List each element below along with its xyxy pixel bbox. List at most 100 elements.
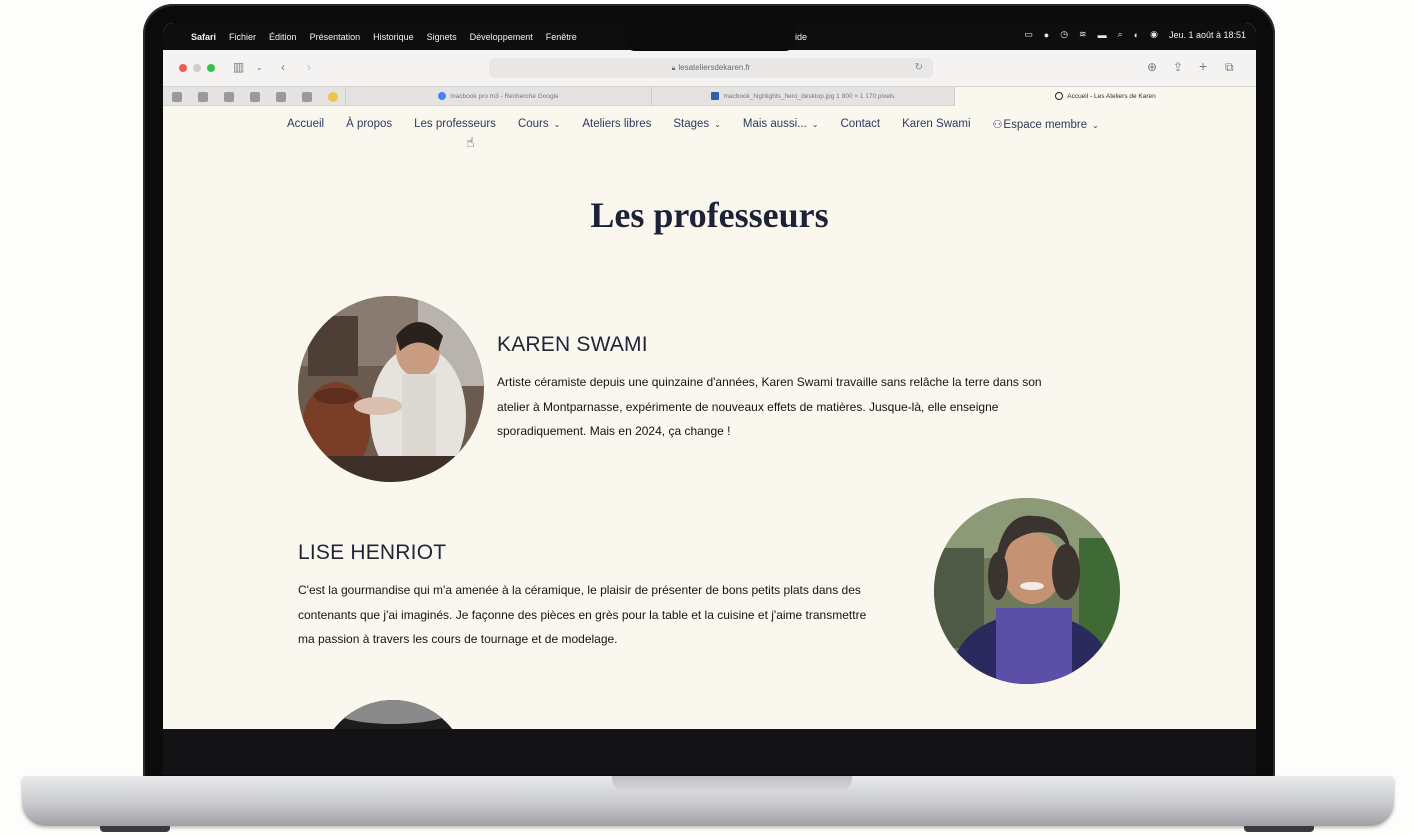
nav-label: Mais aussi... — [742, 118, 807, 130]
tab-macbook-image[interactable]: macbook_highlights_hero_desktop.jpg 1 80… — [651, 87, 954, 106]
menu-signets[interactable]: Signets — [427, 32, 457, 42]
tab-google-search[interactable]: macbook pro m3 - Recherche Google — [345, 87, 651, 106]
zoom-window-button[interactable] — [207, 64, 215, 72]
nav-label: Ateliers libres — [582, 118, 652, 130]
chevron-down-icon: ⌄ — [811, 120, 819, 129]
pinned-tab-3[interactable] — [224, 92, 234, 102]
nav-a-propos[interactable]: À propos — [346, 118, 392, 131]
address-bar[interactable]: 🔒︎ lesateliersdekaren.fr ↻ — [489, 58, 933, 78]
bio-line: sporadiquement. Mais en 2024, ça change … — [497, 424, 731, 438]
siri-icon[interactable]: ◉ — [1150, 29, 1158, 40]
lise-henriot-photo — [934, 498, 1120, 684]
bio-line: C'est la gourmandise qui m'a amenée à la… — [298, 583, 861, 597]
nav-label: Espace membre — [1003, 119, 1088, 131]
lock-icon: 🔒︎ — [671, 65, 676, 72]
safari-toolbar: ▥ ⌄ ‹ › 🔒︎ lesateliersdekaren.fr ↻ ⊕ ⇪ + … — [163, 50, 1256, 86]
display-icon[interactable]: ▭ — [1024, 29, 1033, 40]
pinned-tab-7[interactable] — [328, 92, 338, 102]
reload-icon[interactable]: ↻ — [915, 58, 923, 78]
menu-app-name[interactable]: Safari — [191, 32, 216, 42]
karen-swami-photo — [298, 296, 484, 482]
tab-overview-icon[interactable]: ⧉ — [1225, 60, 1234, 75]
tab-accueil[interactable]: Accueil - Les Ateliers de Karen — [954, 87, 1256, 106]
menu-presentation[interactable]: Présentation — [310, 32, 361, 42]
tab-label: Accueil - Les Ateliers de Karen — [1067, 93, 1156, 100]
teacher-photo-partial — [318, 700, 468, 729]
menu-status-area: ▭ ● ◷ ≋ ▬ ⌕ ◐ ◉ Jeu. 1 août à 18:51 — [1024, 29, 1246, 40]
site-navigation: Accueil À propos Les professeurs Cours ⌄ … — [287, 118, 1099, 131]
chevron-down-icon[interactable]: ⌄ — [256, 63, 263, 72]
screen: Safari Fichier Édition Présentation Hist… — [163, 23, 1256, 729]
stage: Safari Fichier Édition Présentation Hist… — [0, 0, 1414, 834]
nav-label: Karen Swami — [902, 118, 971, 130]
bio-line: atelier à Montparnasse, expérimente de n… — [497, 399, 999, 414]
teacher-bio: Artiste céramiste depuis une quinzaine d… — [497, 370, 1042, 444]
new-tab-icon[interactable]: + — [1199, 58, 1207, 74]
nav-stages[interactable]: Stages ⌄ — [673, 118, 721, 131]
nav-les-professeurs[interactable]: Les professeurs — [414, 118, 496, 131]
laptop-foot-left — [100, 826, 170, 832]
menu-fichier[interactable]: Fichier — [229, 32, 256, 42]
laptop-chin — [163, 729, 1256, 775]
spotlight-search-icon[interactable]: ⌕ — [1118, 29, 1123, 40]
laptop-base — [22, 776, 1394, 826]
forward-icon[interactable]: › — [307, 60, 311, 74]
user-icon: ⚇ — [992, 119, 1003, 131]
teacher-name: LISE HENRIOT — [298, 541, 447, 564]
menu-clock[interactable]: Jeu. 1 août à 18:51 — [1169, 30, 1246, 40]
menu-developpement[interactable]: Développement — [470, 32, 533, 42]
screen-record-icon[interactable]: ● — [1044, 30, 1049, 40]
website-content: Accueil À propos Les professeurs Cours ⌄ … — [163, 106, 1256, 729]
nav-label: Les professeurs — [414, 118, 496, 130]
nav-ateliers-libres[interactable]: Ateliers libres — [582, 118, 651, 131]
nav-label: Accueil — [287, 118, 325, 130]
back-icon[interactable]: ‹ — [281, 60, 285, 74]
camera-notch — [624, 23, 795, 51]
laptop-foot-right — [1244, 826, 1314, 832]
chevron-down-icon: ⌄ — [714, 120, 721, 129]
minimize-window-button[interactable] — [193, 64, 201, 72]
teacher-bio: C'est la gourmandise qui m'a amenée à la… — [298, 578, 866, 652]
nav-accueil[interactable]: Accueil — [287, 118, 324, 131]
pinned-tab-1[interactable] — [172, 92, 182, 102]
sidebar-toggle-icon[interactable]: ▥ — [233, 60, 244, 74]
nav-cours[interactable]: Cours ⌄ — [518, 118, 560, 131]
chevron-down-icon: ⌄ — [1092, 121, 1099, 130]
pinned-tab-4[interactable] — [250, 92, 260, 102]
time-machine-icon[interactable]: ◷ — [1060, 29, 1068, 40]
site-favicon-icon — [1055, 92, 1064, 101]
google-icon — [438, 92, 447, 101]
menu-edition[interactable]: Édition — [269, 32, 297, 42]
nav-mais-aussi[interactable]: Mais aussi... ⌄ — [743, 118, 819, 131]
pinned-tab-2[interactable] — [198, 92, 208, 102]
address-url: lesateliersdekaren.fr — [678, 63, 751, 72]
nav-label: À propos — [346, 118, 393, 130]
downloads-icon[interactable]: ⊕ — [1147, 60, 1157, 74]
nav-label: Contact — [840, 118, 881, 130]
control-center-icon[interactable]: ◐ — [1134, 30, 1139, 40]
tab-label: macbook pro m3 - Recherche Google — [450, 93, 559, 100]
menu-historique[interactable]: Historique — [373, 32, 414, 42]
tab-bar: macbook pro m3 - Recherche Google macboo… — [163, 86, 1256, 106]
page-title: Les professeurs — [590, 195, 829, 235]
bio-line: Artiste céramiste depuis une quinzaine d… — [497, 375, 1042, 389]
bio-line: contenants que j'ai imaginés. Je façonne… — [298, 607, 867, 622]
nav-contact[interactable]: Contact — [841, 118, 881, 131]
nav-karen-swami[interactable]: Karen Swami — [902, 118, 970, 131]
close-window-button[interactable] — [179, 64, 187, 72]
bio-line: ma passion à travers les cours de tourna… — [298, 632, 618, 646]
nav-espace-membre[interactable]: ⚇Espace membre ⌄ — [993, 118, 1099, 131]
pinned-tab-5[interactable] — [276, 92, 286, 102]
pinned-tab-6[interactable] — [302, 92, 312, 102]
nav-label: Cours — [517, 118, 549, 130]
tab-label: macbook_highlights_hero_desktop.jpg 1 80… — [723, 93, 895, 100]
image-icon — [711, 92, 720, 101]
hand-cursor-icon: ☝ — [466, 134, 475, 150]
nav-label: Stages — [673, 118, 710, 130]
trackpad-notch — [612, 776, 852, 792]
wifi-icon[interactable]: ≋ — [1079, 29, 1087, 40]
share-icon[interactable]: ⇪ — [1173, 60, 1183, 74]
menu-fenetre[interactable]: Fenêtre — [546, 32, 577, 42]
battery-icon[interactable]: ▬ — [1098, 30, 1107, 40]
window-controls — [179, 64, 215, 72]
